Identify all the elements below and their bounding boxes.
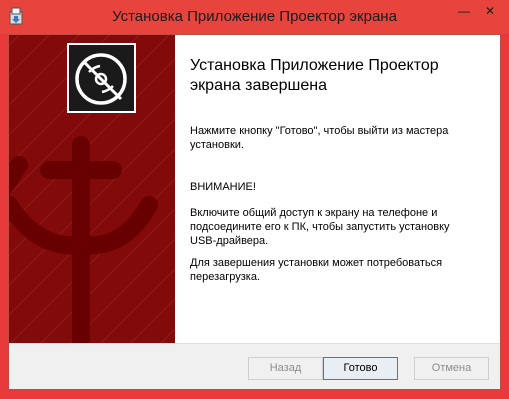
cancel-button[interactable]: Отмена xyxy=(414,357,489,380)
warning-text: Включите общий доступ к экрану на телефо… xyxy=(190,207,450,247)
reboot-note: Для завершения установки может потребова… xyxy=(190,257,443,283)
finish-button[interactable]: Готово xyxy=(323,357,398,380)
completion-heading: Установка Приложение Проектор экрана зав… xyxy=(190,57,439,94)
disc-installer-icon xyxy=(67,43,136,113)
close-icon: ✕ xyxy=(484,4,496,18)
minimize-icon: — xyxy=(458,4,470,18)
side-banner xyxy=(9,35,175,343)
warning-title: ВНИМАНИЕ! xyxy=(190,181,256,193)
minimize-button[interactable]: — xyxy=(451,0,477,22)
close-button[interactable]: ✕ xyxy=(477,0,503,22)
back-button[interactable]: Назад xyxy=(248,357,323,380)
dialog-client-area: Установка Приложение Проектор экрана зав… xyxy=(8,34,501,390)
window-title: Установка Приложение Проектор экрана xyxy=(112,8,397,25)
button-bar: Назад Готово Отмена xyxy=(9,343,500,389)
title-bar[interactable]: Установка Приложение Проектор экрана — ✕ xyxy=(0,0,509,34)
installer-window: Установка Приложение Проектор экрана — ✕ xyxy=(0,0,509,399)
instruction-text: Нажмите кнопку "Готово", чтобы выйти из … xyxy=(190,125,449,151)
content-panel: Установка Приложение Проектор экрана зав… xyxy=(175,35,500,343)
